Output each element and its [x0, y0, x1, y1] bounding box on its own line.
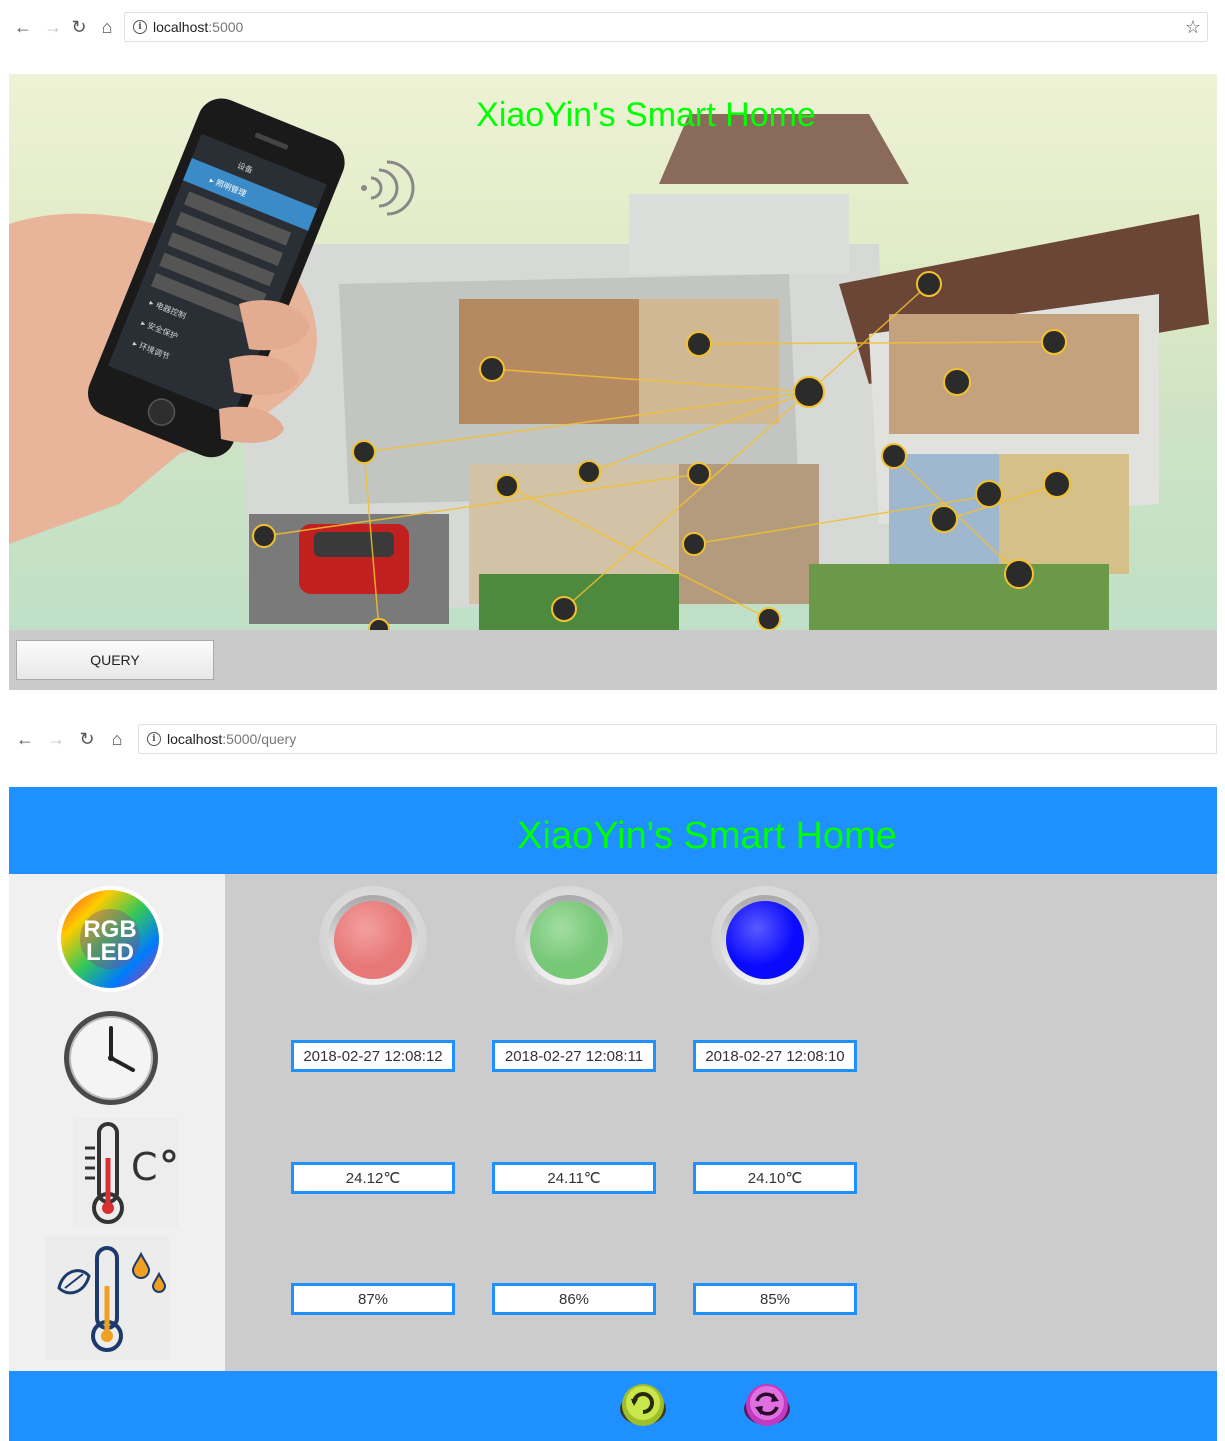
reload-icon[interactable]: ↻	[74, 726, 100, 752]
back-arrow-icon[interactable]: ←	[12, 726, 38, 752]
sensor-panel: 2018-02-27 12:08:12 2018-02-27 12:08:11 …	[225, 874, 1217, 1371]
sync-arrows-icon	[744, 1384, 790, 1426]
smart-home-illustration: 设备 ▸ 照明管理 ▸ 电器控制 ▸ 安全保护 ▸ 环境调节	[9, 98, 1209, 630]
humidity-field: 87%	[291, 1283, 455, 1315]
query-button[interactable]: QUERY	[16, 640, 214, 680]
query-strip: QUERY	[9, 630, 1217, 690]
action-footer	[9, 1371, 1217, 1441]
humidity-thermometer-icon	[45, 1236, 169, 1360]
url-host: localhost	[153, 19, 209, 35]
clock-icon	[64, 1011, 158, 1105]
led-core	[334, 901, 412, 979]
timestamp-field: 2018-02-27 12:08:10	[693, 1040, 857, 1072]
temperature-field: 24.11℃	[492, 1162, 656, 1194]
timestamp-field: 2018-02-27 12:08:12	[291, 1040, 455, 1072]
humidity-field: 86%	[492, 1283, 656, 1315]
red-led-indicator	[319, 886, 427, 994]
sensor-sidebar: RGB LED C	[9, 874, 225, 1371]
forward-arrow-icon[interactable]: →	[40, 14, 66, 40]
bookmark-star-icon[interactable]: ☆	[1185, 17, 1201, 38]
hero-banner: 设备 ▸ 照明管理 ▸ 电器控制 ▸ 安全保护 ▸ 环境调节 XiaoYin's…	[9, 74, 1217, 630]
reload-icon[interactable]: ↻	[66, 14, 92, 40]
page-title: XiaoYin's Smart Home	[476, 96, 816, 134]
led-core	[530, 901, 608, 979]
home-icon[interactable]: ⌂	[94, 14, 120, 40]
query-page-header: XiaoYin's Smart Home	[9, 787, 1217, 874]
timestamp-field: 2018-02-27 12:08:11	[492, 1040, 656, 1072]
forward-arrow-icon[interactable]: →	[43, 726, 69, 752]
url-path: :5000/query	[222, 731, 297, 747]
page-title: XiaoYin's Smart Home	[517, 815, 897, 857]
url-path: :5000	[208, 19, 244, 35]
humidity-field: 85%	[693, 1283, 857, 1315]
temperature-field: 24.12℃	[291, 1162, 455, 1194]
svg-text:C: C	[131, 1145, 158, 1189]
power-cycle-icon	[620, 1384, 666, 1426]
back-arrow-icon[interactable]: ←	[10, 14, 36, 40]
home-icon[interactable]: ⌂	[104, 726, 130, 752]
thermometer-celsius-icon: C	[73, 1118, 179, 1228]
green-led-indicator	[515, 886, 623, 994]
url-host: localhost	[167, 731, 223, 747]
blue-led-indicator	[711, 886, 819, 994]
info-icon[interactable]: i	[133, 20, 147, 34]
address-bar[interactable]: i localhost:5000/query	[138, 724, 1217, 754]
temperature-field: 24.10℃	[693, 1162, 857, 1194]
browser-toolbar-2: ← → ↻ ⌂ i localhost:5000/query	[0, 724, 1225, 754]
address-bar[interactable]: i localhost:5000 ☆	[124, 12, 1208, 42]
rgb-label-bottom: LED	[86, 939, 134, 966]
led-core	[726, 901, 804, 979]
rgb-led-icon: RGB LED	[57, 886, 163, 992]
info-icon[interactable]: i	[147, 732, 161, 746]
sync-button[interactable]	[743, 1381, 791, 1429]
browser-toolbar-1: ← → ↻ ⌂ i localhost:5000 ☆	[0, 12, 1225, 42]
refresh-button[interactable]	[619, 1381, 667, 1429]
